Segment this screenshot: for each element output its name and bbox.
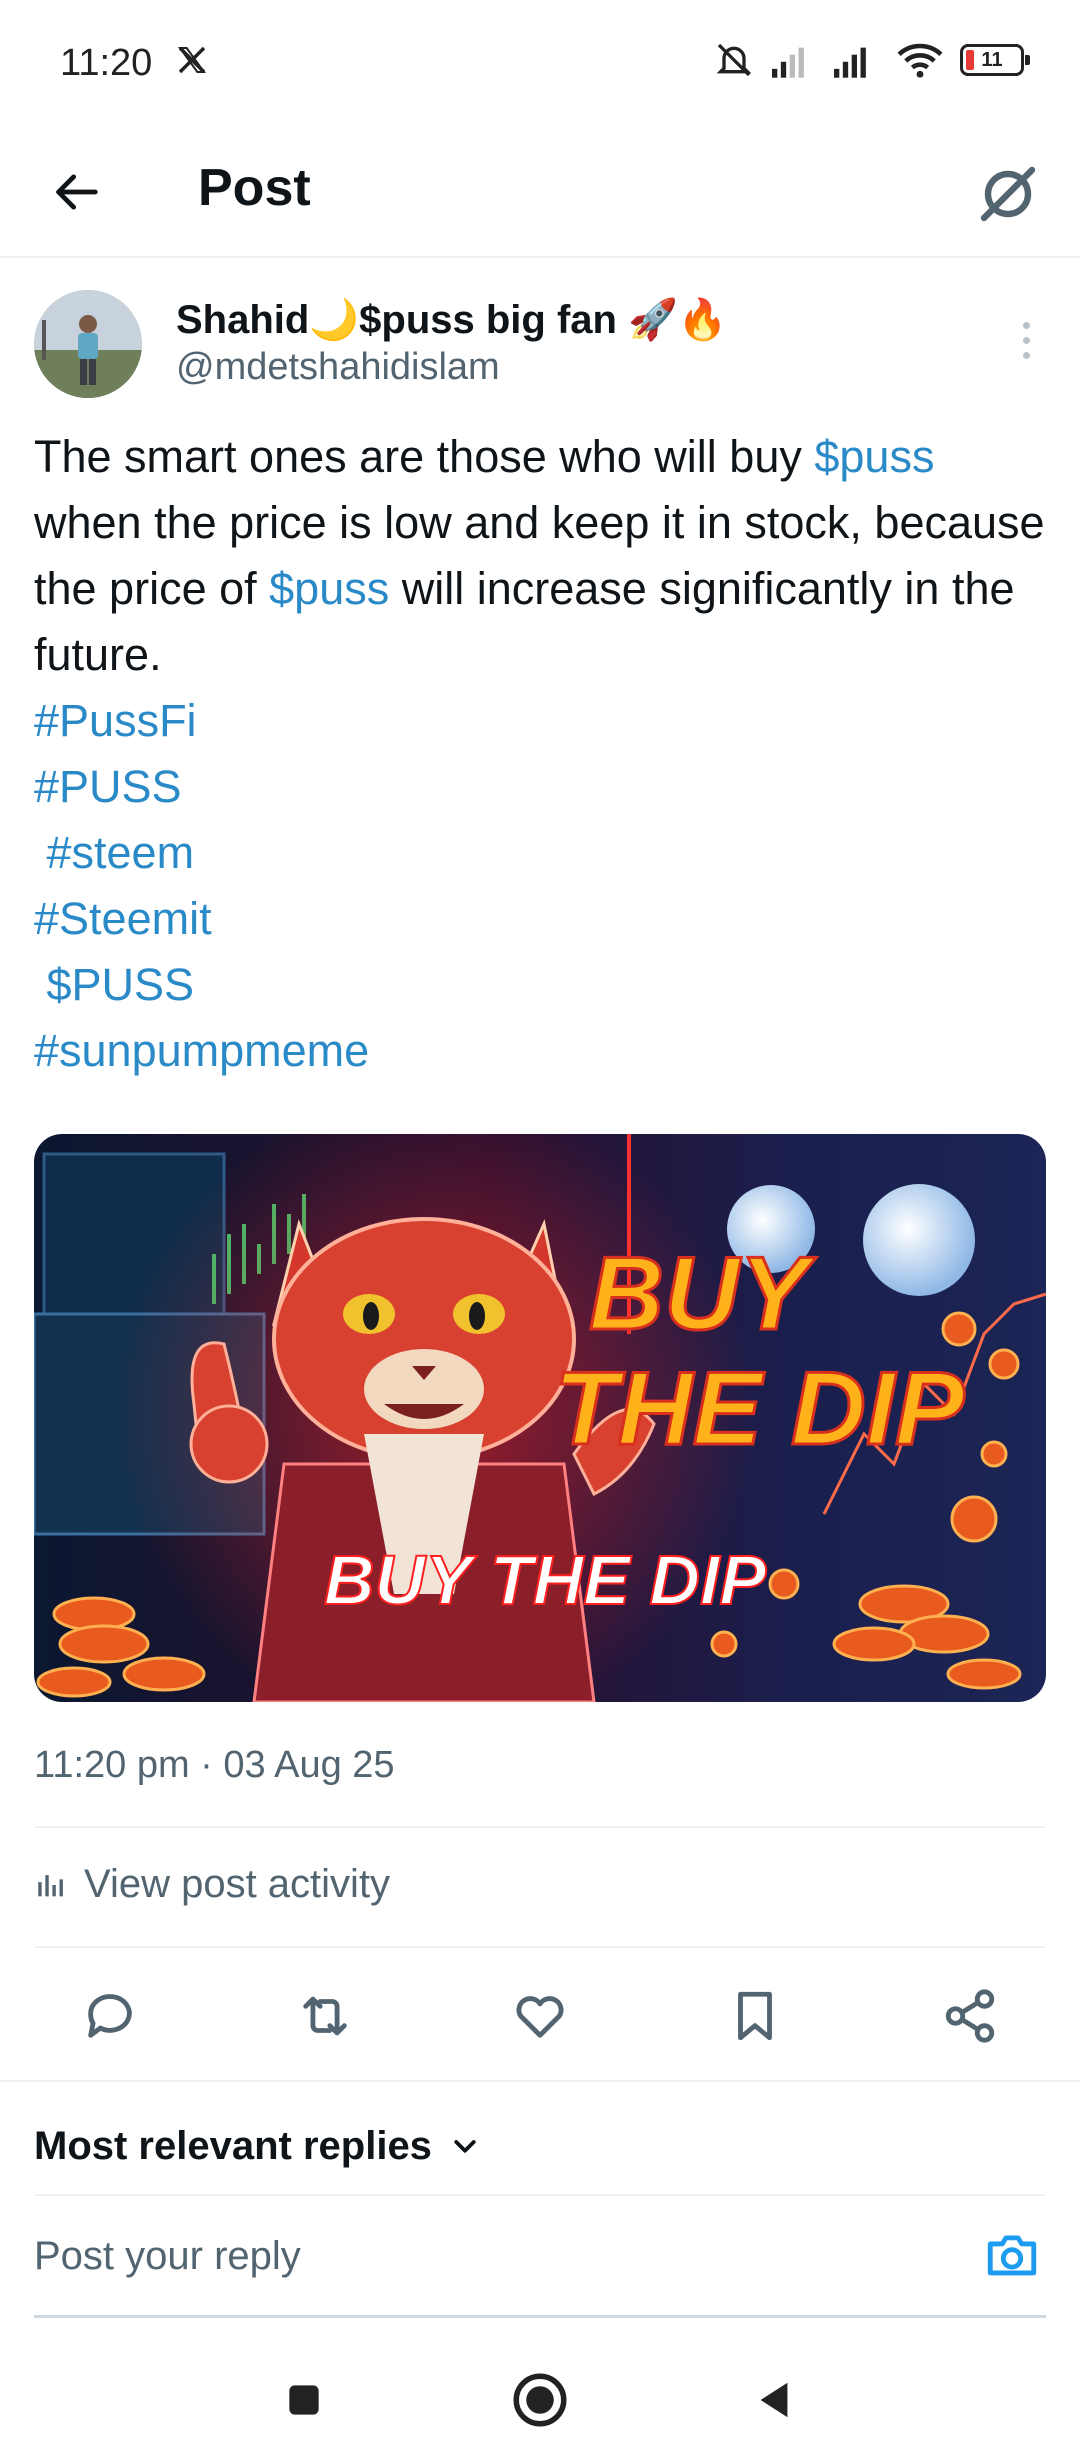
repost-button[interactable]	[289, 1980, 361, 2052]
back-button[interactable]	[46, 160, 110, 224]
section-divider	[0, 2080, 1080, 2082]
x-logo-icon	[178, 46, 206, 74]
repost-icon	[303, 1996, 347, 2036]
camera-icon	[987, 2235, 1037, 2276]
status-time: 11:20	[60, 42, 153, 84]
signal-icon-2	[834, 47, 866, 78]
heart-icon	[516, 1996, 564, 2038]
image-text-buy: BUY	[589, 1236, 817, 1352]
view-post-activity-label: View post activity	[84, 1862, 391, 1906]
image-text-the-dip: THE DIP	[554, 1351, 965, 1467]
more-options-button[interactable]	[1006, 310, 1046, 370]
post-image[interactable]: BUY THE DIP BUY THE DIP	[34, 1134, 1046, 1702]
grok-button[interactable]	[970, 156, 1046, 232]
author-handle[interactable]: @mdetshahidislam	[176, 346, 500, 389]
cashtag-link[interactable]: $puss	[814, 431, 934, 482]
camera-button[interactable]	[982, 2226, 1042, 2286]
triangle-back-icon	[760, 2382, 788, 2418]
replies-sort-label: Most relevant replies	[34, 2124, 432, 2168]
reply-button[interactable]	[74, 1980, 146, 2052]
post-author: Shahid🌙$puss big fan 🚀🔥 @mdetshahidislam	[34, 290, 1046, 400]
view-post-activity[interactable]: View post activity	[34, 1862, 390, 1907]
page-title: Post	[198, 159, 311, 217]
image-text-banner: BUY THE DIP	[324, 1541, 766, 1619]
reply-input[interactable]	[34, 2224, 934, 2288]
recents-button[interactable]	[272, 2368, 336, 2432]
cashtag-link[interactable]: $puss	[269, 563, 389, 614]
post-actions	[34, 1966, 1046, 2066]
arrow-left-icon	[56, 174, 98, 210]
square-icon	[289, 2385, 319, 2415]
status-bar: 11:20 11	[0, 0, 1080, 130]
system-nav-bar	[0, 2340, 1080, 2460]
hashtag-link[interactable]: #steem	[34, 820, 1046, 886]
avatar[interactable]	[34, 290, 142, 398]
hashtag-link[interactable]: #Steemit	[34, 886, 1046, 952]
avatar-image	[34, 290, 142, 398]
wifi-icon	[897, 43, 943, 78]
author-name[interactable]: Shahid🌙$puss big fan 🚀🔥	[176, 296, 728, 343]
reply-composer	[34, 2194, 1046, 2318]
status-icons: 11	[712, 40, 1030, 80]
divider	[34, 1946, 1046, 1948]
home-circle-icon	[513, 2373, 567, 2427]
bookmark-button[interactable]	[719, 1980, 791, 2052]
replies-sort-dropdown[interactable]: Most relevant replies	[34, 2124, 480, 2169]
top-app-bar: Post	[0, 130, 1080, 258]
bookmark-icon	[738, 1991, 772, 2041]
home-button[interactable]	[508, 2368, 572, 2432]
hashtag-link[interactable]: #sunpumpmeme	[34, 1018, 1046, 1084]
signal-icon	[772, 47, 804, 78]
divider	[34, 1826, 1046, 1828]
back-nav-button[interactable]	[742, 2368, 806, 2432]
buy-the-dip-image: BUY THE DIP BUY THE DIP	[34, 1134, 1046, 1702]
bell-off-icon	[716, 43, 752, 77]
cashtag-link[interactable]: $PUSS	[34, 952, 1046, 1018]
share-button[interactable]	[934, 1980, 1006, 2052]
more-dots-icon	[1022, 321, 1030, 329]
like-button[interactable]	[504, 1980, 576, 2052]
grok-icon	[980, 166, 1036, 222]
share-icon	[945, 1989, 995, 2043]
battery-level: 11	[981, 48, 1003, 71]
analytics-icon	[38, 1874, 63, 1896]
battery-indicator: 11	[960, 44, 1030, 76]
hashtag-link[interactable]: #PussFi	[34, 688, 1046, 754]
hashtag-link[interactable]: #PUSS	[34, 754, 1046, 820]
comment-icon	[88, 1994, 132, 2038]
post-text: The smart ones are those who will buy $p…	[34, 424, 1046, 1084]
post-text-part: The smart ones are those who will buy	[34, 431, 815, 482]
post-timestamp: 11:20 pm · 03 Aug 25	[34, 1744, 395, 1786]
chevron-down-icon	[454, 2139, 476, 2153]
